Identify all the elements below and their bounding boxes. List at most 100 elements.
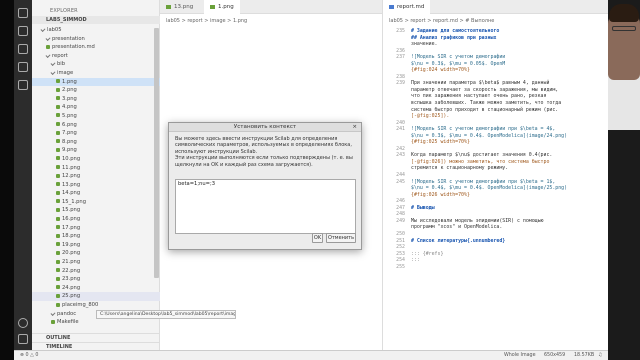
source-control-icon[interactable] xyxy=(18,44,28,54)
tree-file[interactable]: 20.png xyxy=(32,249,160,258)
tree-file[interactable]: 22.png xyxy=(32,267,160,276)
tree-file[interactable]: 8.png xyxy=(32,138,160,147)
tree-item-label: 16.png xyxy=(62,216,81,223)
person-hair xyxy=(609,4,639,22)
tree-file[interactable]: 21.png xyxy=(32,258,160,267)
image-breadcrumb[interactable]: lab05 > report > image > 1.png xyxy=(166,18,247,24)
code-line[interactable]: 255 xyxy=(383,264,608,271)
tree-file[interactable]: 6.png xyxy=(32,121,160,130)
image-file-icon xyxy=(56,104,60,109)
tree-folder[interactable]: report xyxy=(32,52,160,61)
tree-item-label: bib xyxy=(57,61,66,68)
tree-file[interactable]: 24.png xyxy=(32,284,160,293)
tab-13-png[interactable]: 13.png xyxy=(160,0,199,14)
cancel-button[interactable]: Отменить xyxy=(326,233,356,243)
tree-file[interactable]: 3.png xyxy=(32,95,160,104)
chevron-down-icon xyxy=(50,61,56,67)
tree-item-label: 9.png xyxy=(62,147,77,154)
close-icon[interactable]: × xyxy=(352,123,357,132)
vscode-window: EXPLORER LAB5_SIMMOD lab05 presentation pr… xyxy=(0,0,640,360)
tree-folder[interactable]: lab05 xyxy=(32,26,160,35)
tree-item-label: 6.png xyxy=(62,121,77,128)
notifications-icon[interactable]: ♫ xyxy=(598,351,602,360)
tree-file[interactable]: 14.png xyxy=(32,189,160,198)
chevron-down-icon xyxy=(50,69,56,75)
image-file-icon xyxy=(56,156,60,161)
tree-item-label: presentation.md xyxy=(52,44,95,51)
tree-file[interactable]: 4.png xyxy=(32,103,160,112)
tree-file[interactable]: 1.png xyxy=(32,77,160,87)
markdown-editor: report.md lab05 > report > report.md > #… xyxy=(382,0,608,350)
tree-file[interactable]: 7.png xyxy=(32,129,160,138)
explorer-scrollbar[interactable] xyxy=(154,28,159,278)
tree-item-label: 25.png xyxy=(62,293,81,300)
project-root[interactable]: LAB5_SIMMOD xyxy=(32,16,160,24)
files-icon[interactable] xyxy=(18,8,28,18)
image-file-icon xyxy=(166,4,171,9)
tree-file[interactable]: 15.png xyxy=(32,206,160,215)
outline-section[interactable]: OUTLINE xyxy=(32,333,160,342)
tree-file[interactable]: 19.png xyxy=(32,241,160,250)
markdown-breadcrumb[interactable]: lab05 > report > report.md > # Выполне xyxy=(389,18,494,24)
image-file-icon xyxy=(56,87,60,92)
tree-file[interactable]: 23.png xyxy=(32,275,160,284)
tree-folder[interactable]: bib xyxy=(32,60,160,69)
message-line: Эти инструкции выполняются если только п… xyxy=(175,155,353,162)
image-file-icon xyxy=(56,182,60,187)
tree-item-label: 14.png xyxy=(62,190,81,197)
code-lines[interactable]: 235 # Задание для самостоятельного ## Анал… xyxy=(383,28,608,270)
tree-item-label: 23.png xyxy=(62,276,81,283)
tree-item-label: 5.png xyxy=(62,112,77,119)
markdown-tabs: report.md xyxy=(383,0,608,14)
tree-item-label: 17.png xyxy=(62,224,81,231)
tree-item-label: 18.png xyxy=(62,233,81,240)
tree-file[interactable]: 12.png xyxy=(32,172,160,181)
image-file-icon xyxy=(56,233,60,238)
tree-file[interactable]: 2.png xyxy=(32,86,160,95)
gear-icon[interactable] xyxy=(18,334,28,344)
tree-item-label: 22.png xyxy=(62,267,81,274)
tree-file[interactable]: 9.png xyxy=(32,146,160,155)
tab-1-png[interactable]: 1.png xyxy=(204,0,240,14)
tree-file[interactable]: placeimg_800 xyxy=(32,301,160,310)
tree-item-label: report xyxy=(52,52,68,59)
zoom-mode[interactable]: Whole Image xyxy=(504,351,536,360)
tree-file[interactable]: 18.png xyxy=(32,232,160,241)
tree-item-label: Makefile xyxy=(57,319,79,326)
tree-item-label: lab05 xyxy=(47,27,62,33)
tab-report-md[interactable]: report.md xyxy=(383,0,431,14)
image-file-icon xyxy=(56,165,60,169)
tree-file[interactable]: 16.png xyxy=(32,215,160,224)
ok-button[interactable]: OK xyxy=(312,233,323,243)
image-file-icon xyxy=(56,190,60,195)
image-file-icon xyxy=(56,130,60,135)
image-file-icon xyxy=(56,268,60,273)
tree-file[interactable]: Makefile xyxy=(32,318,160,327)
image-file-icon xyxy=(56,293,60,298)
tree-item-label: 3.png xyxy=(62,95,77,102)
search-icon[interactable] xyxy=(18,26,28,36)
tree-item-label: 21.png xyxy=(62,259,81,266)
problems-indicator[interactable]: ⊗ 0 △ 0 xyxy=(20,351,38,360)
tree-file[interactable]: 13.png xyxy=(32,181,160,190)
image-file-icon xyxy=(56,147,60,152)
image-file-icon xyxy=(56,207,60,212)
image-file-icon xyxy=(56,259,60,264)
image-file-icon xyxy=(56,285,60,290)
tree-item-label: 19.png xyxy=(62,241,81,248)
tree-file[interactable]: presentation.md xyxy=(32,43,160,52)
tree-file[interactable]: 5.png xyxy=(32,112,160,121)
tree-folder[interactable]: image xyxy=(32,69,160,78)
tree-file[interactable]: 10.png xyxy=(32,155,160,164)
tree-file[interactable]: 25.png xyxy=(32,292,160,301)
tree-folder[interactable]: presentation xyxy=(32,35,160,44)
run-debug-icon[interactable] xyxy=(18,62,28,72)
context-input[interactable]: beta=1;nu=;3 xyxy=(175,179,356,234)
extensions-icon[interactable] xyxy=(18,80,28,90)
tree-file[interactable]: 11.png xyxy=(32,164,160,173)
tree-file[interactable]: 17.png xyxy=(32,224,160,233)
image-file-icon xyxy=(210,4,215,9)
account-icon[interactable] xyxy=(18,318,28,328)
tree-file[interactable]: 15_1.png xyxy=(32,198,160,207)
person-glasses xyxy=(612,26,636,31)
